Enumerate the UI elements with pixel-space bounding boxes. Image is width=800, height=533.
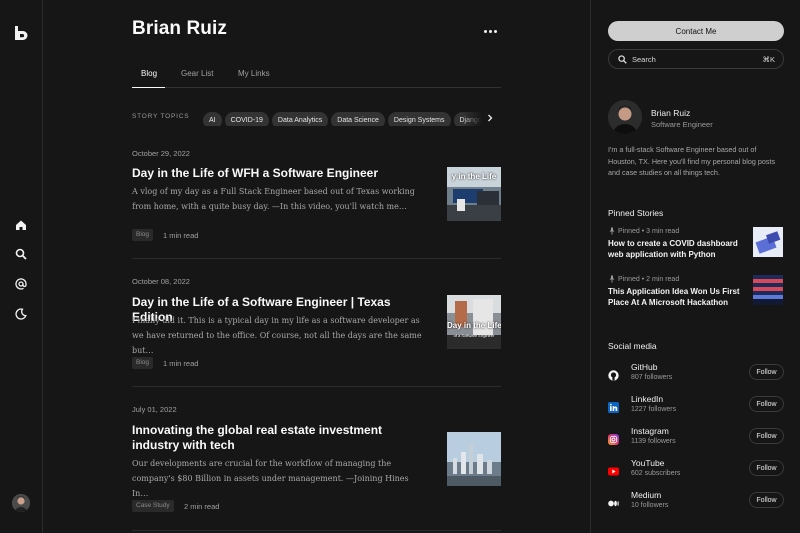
read-time: 1 min read	[163, 359, 199, 368]
topic-chip[interactable]: AI	[203, 112, 222, 126]
social-count: 807 followers	[631, 374, 673, 381]
profile-bio: I'm a full-stack Software Engineer based…	[608, 145, 776, 177]
post-date: October 29, 2022	[132, 149, 190, 158]
thumbnail-caption: y in the Life	[451, 172, 497, 181]
post-excerpt: Finally did it. This is a typical day in…	[132, 316, 422, 355]
pinned-meta-text: Pinned • 3 min read	[618, 227, 680, 235]
follow-button[interactable]: Follow	[749, 428, 784, 444]
user-avatar[interactable]	[12, 494, 30, 512]
pinned-title[interactable]: This Application Idea Won Us First Place…	[608, 287, 743, 308]
post-item: October 29, 2022 Day in the Life of WFH …	[132, 149, 501, 249]
youtube-icon	[608, 464, 619, 476]
topic-chip[interactable]: COVID-19	[224, 112, 269, 126]
follow-button[interactable]: Follow	[749, 460, 784, 476]
social-item-linkedin: LinkedIn 1227 followers Follow	[608, 394, 784, 418]
post-divider	[132, 530, 501, 531]
tab-bar: Blog Gear List My Links	[132, 60, 501, 88]
social-count: 10 followers	[631, 502, 669, 509]
post-date: July 01, 2022	[132, 405, 177, 414]
pinned-story: Pinned • 3 min read How to create a COVI…	[608, 227, 784, 263]
right-sidebar: Contact Me Search ⌘K Brian Ruiz Software…	[590, 0, 800, 533]
pinned-title[interactable]: How to create a COVID dashboard web appl…	[608, 239, 743, 260]
at-sign-icon[interactable]	[13, 276, 29, 292]
post-item: July 01, 2022 Innovating the global real…	[132, 405, 501, 533]
pinned-meta: Pinned • 3 min read	[608, 227, 679, 235]
topic-chip[interactable]: Data Science	[331, 112, 385, 126]
left-rail	[0, 0, 43, 533]
chevron-right-icon[interactable]	[484, 112, 496, 124]
social-item-github: GitHub 807 followers Follow	[608, 362, 784, 386]
pinned-stories-title: Pinned Stories	[608, 208, 664, 218]
social-item-medium: Medium 10 followers Follow	[608, 490, 784, 514]
search-icon	[618, 54, 627, 64]
search-shortcut: ⌘K	[762, 54, 775, 64]
post-thumbnail[interactable]: y in the Life	[447, 167, 501, 221]
story-topics-label: STORY TOPICS	[132, 113, 190, 120]
post-excerpt: Our developments are crucial for the wor…	[132, 459, 409, 498]
more-options-icon[interactable]	[482, 23, 498, 39]
search-icon[interactable]	[13, 246, 29, 262]
read-time: 1 min read	[163, 231, 199, 240]
page-title: Brian Ruiz	[132, 18, 227, 39]
social-count: 1227 followers	[631, 406, 677, 413]
linkedin-icon	[608, 400, 619, 413]
read-time: 2 min read	[184, 502, 220, 511]
post-tag[interactable]: Blog	[132, 229, 154, 241]
post-thumbnail[interactable]	[447, 432, 501, 486]
social-item-youtube: YouTube 602 subscribers Follow	[608, 458, 784, 482]
pin-icon	[609, 275, 615, 283]
thumbnail-caption: Day in the Life	[447, 321, 501, 330]
post-tag[interactable]: Case Study	[132, 500, 174, 512]
follow-button[interactable]: Follow	[749, 364, 784, 380]
main-content: Brian Ruiz Blog Gear List My Links STORY…	[43, 0, 590, 533]
tab-blog[interactable]: Blog	[141, 69, 157, 78]
social-name[interactable]: LinkedIn	[631, 394, 663, 404]
post-title[interactable]: Innovating the global real estate invest…	[132, 423, 417, 453]
topic-chip[interactable]: Design Systems	[387, 112, 451, 126]
social-name[interactable]: YouTube	[631, 458, 664, 468]
blog-logo-icon[interactable]	[14, 25, 28, 41]
github-icon	[608, 368, 619, 381]
chips-fade	[462, 106, 482, 128]
post-title[interactable]: Day in the Life of WFH a Software Engine…	[132, 166, 417, 181]
profile-name: Brian Ruiz	[651, 108, 691, 118]
follow-button[interactable]: Follow	[749, 396, 784, 412]
medium-icon	[608, 496, 619, 507]
pinned-meta: Pinned • 2 min read	[608, 275, 679, 283]
pin-icon	[609, 227, 615, 235]
active-tab-indicator	[132, 87, 165, 88]
tab-gear-list[interactable]: Gear List	[181, 69, 213, 78]
tab-my-links[interactable]: My Links	[238, 69, 270, 78]
social-count: 602 subscribers	[631, 470, 681, 477]
post-item: October 08, 2022 Day in the Life of a So…	[132, 277, 501, 377]
topic-chips: AI COVID-19 Data Analytics Data Science Desi…	[203, 109, 482, 126]
thumbnail-subcaption: of a Software Engineer	[453, 333, 495, 338]
profile-role: Software Engineer	[651, 120, 713, 129]
pinned-thumbnail[interactable]	[753, 227, 783, 257]
moon-icon[interactable]	[13, 306, 29, 322]
social-count: 1139 followers	[631, 438, 676, 445]
instagram-icon	[608, 432, 619, 445]
post-date: October 08, 2022	[132, 277, 190, 286]
topic-chip[interactable]: Data Analytics	[271, 112, 329, 126]
social-item-instagram: Instagram 1139 followers Follow	[608, 426, 784, 450]
pinned-meta-text: Pinned • 2 min read	[618, 275, 680, 283]
post-divider	[132, 386, 501, 387]
profile-avatar	[608, 100, 642, 134]
social-name[interactable]: Medium	[631, 490, 661, 500]
social-media-title: Social media	[608, 341, 657, 351]
social-name[interactable]: GitHub	[631, 362, 657, 372]
home-icon[interactable]	[13, 217, 29, 233]
search-input[interactable]: Search ⌘K	[608, 49, 784, 69]
pinned-thumbnail[interactable]	[753, 275, 783, 305]
post-tag[interactable]: Blog	[132, 357, 154, 369]
search-placeholder: Search	[632, 54, 656, 64]
contact-me-button[interactable]: Contact Me	[608, 21, 784, 41]
post-excerpt: A vlog of my day as a Full Stack Enginee…	[132, 187, 415, 211]
post-thumbnail[interactable]: Day in the Life of a Software Engineer	[447, 295, 501, 349]
pinned-story: Pinned • 2 min read This Application Ide…	[608, 275, 784, 311]
follow-button[interactable]: Follow	[749, 492, 784, 508]
social-name[interactable]: Instagram	[631, 426, 669, 436]
post-divider	[132, 258, 501, 259]
